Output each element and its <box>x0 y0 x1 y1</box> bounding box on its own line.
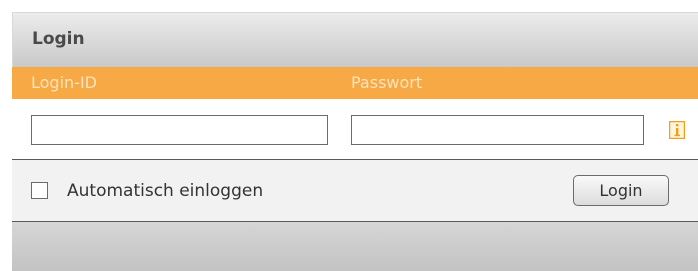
panel-header: Login <box>12 12 698 67</box>
login-button[interactable]: Login <box>573 175 669 206</box>
auto-login-checkbox[interactable] <box>31 182 48 199</box>
panel-footer <box>12 222 698 271</box>
fields-row <box>12 99 698 160</box>
field-labels-bar: Login-ID Passwort <box>12 67 698 99</box>
login-panel: Login Login-ID Passwort Automatisch einl… <box>12 12 698 271</box>
auto-login-label[interactable]: Automatisch einloggen <box>67 181 263 201</box>
options-row: Automatisch einloggen Login <box>12 160 698 222</box>
password-input[interactable] <box>351 115 644 145</box>
info-icon[interactable] <box>669 121 685 139</box>
login-id-input[interactable] <box>31 115 328 145</box>
panel-title: Login <box>32 29 85 49</box>
password-label: Passwort <box>351 73 423 92</box>
login-id-label: Login-ID <box>31 73 97 92</box>
